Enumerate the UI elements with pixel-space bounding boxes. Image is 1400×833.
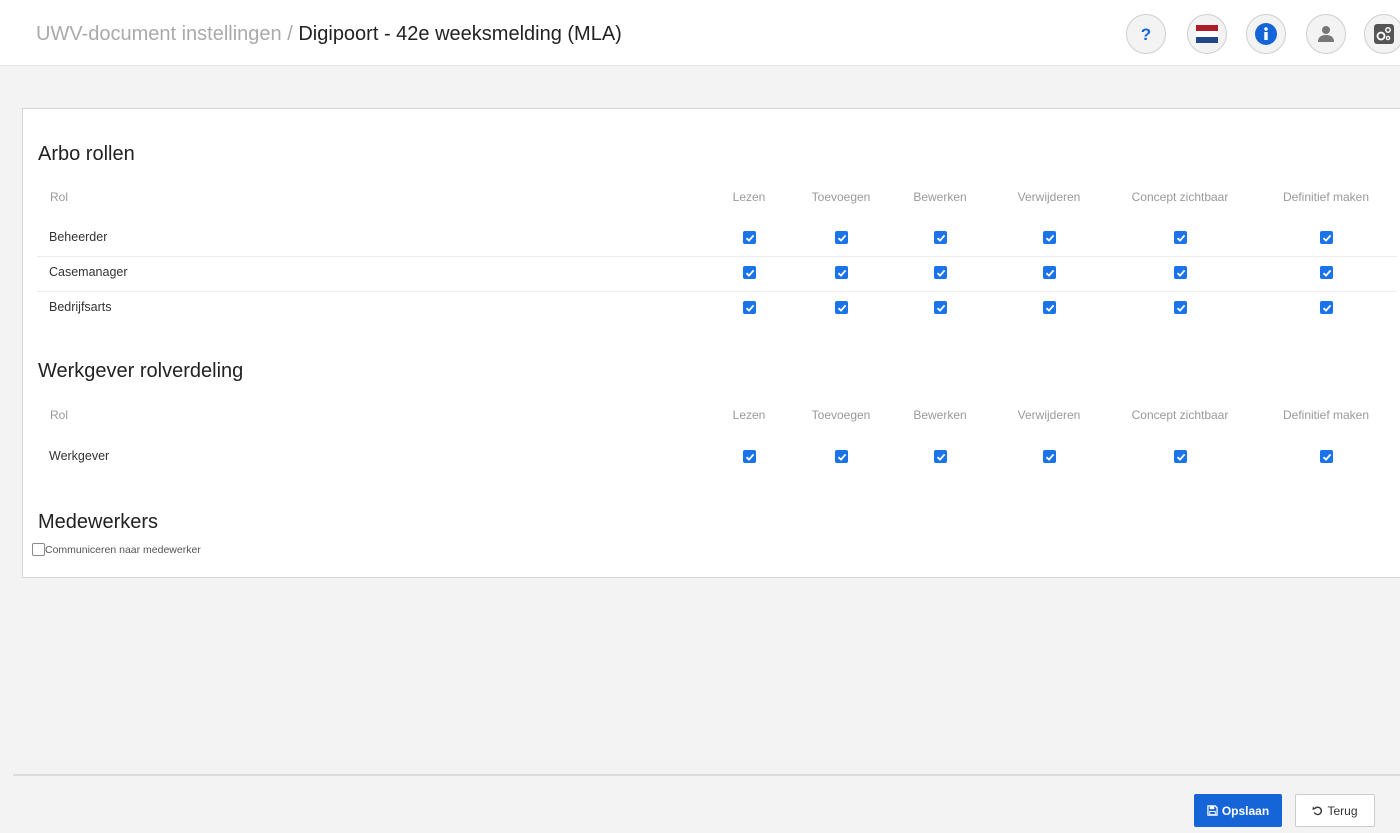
permission-checkbox[interactable] xyxy=(1320,450,1333,463)
rol-column-header: Rol xyxy=(50,408,69,422)
svg-text:?: ? xyxy=(1141,25,1151,44)
medewerkers-section-title: Medewerkers xyxy=(38,511,159,533)
column-header-lezen: Lezen xyxy=(732,190,766,204)
permission-checkbox[interactable] xyxy=(1043,301,1056,314)
permission-checkbox[interactable] xyxy=(743,301,756,314)
help-icon[interactable]: ? xyxy=(1126,14,1166,54)
info-icon[interactable] xyxy=(1246,14,1286,54)
page-title: UWV-document instellingen / Digipoort - … xyxy=(36,23,622,46)
permission-checkbox[interactable] xyxy=(1174,301,1187,314)
werkgever-section-title: Werkgever rolverdeling xyxy=(38,360,244,382)
permission-checkbox[interactable] xyxy=(934,266,947,279)
permission-checkbox[interactable] xyxy=(1320,231,1333,244)
page-title-text: Digipoort - 42e weeksmelding (MLA) xyxy=(298,23,622,45)
column-header-bewerken: Bewerken xyxy=(913,190,967,204)
user-icon[interactable] xyxy=(1306,14,1346,54)
role-label: Werkgever xyxy=(49,449,110,463)
breadcrumb-link[interactable]: UWV-document instellingen xyxy=(36,23,282,45)
permission-checkbox[interactable] xyxy=(1174,266,1187,279)
permission-checkbox[interactable] xyxy=(743,231,756,244)
top-bar: UWV-document instellingen / Digipoort - … xyxy=(0,0,1400,66)
role-label: Beheerder xyxy=(49,230,108,244)
permission-checkbox[interactable] xyxy=(1174,450,1187,463)
undo-icon xyxy=(1312,806,1323,816)
permission-checkbox[interactable] xyxy=(934,450,947,463)
permission-checkbox[interactable] xyxy=(835,450,848,463)
permission-checkbox[interactable] xyxy=(1320,301,1333,314)
permission-checkbox[interactable] xyxy=(1174,231,1187,244)
column-header-lezen: Lezen xyxy=(732,408,766,422)
save-button-label: Opslaan xyxy=(1221,803,1270,818)
row-divider xyxy=(37,256,1397,257)
communiceren-checkbox[interactable] xyxy=(32,543,45,556)
column-header-verwijderen: Verwijderen xyxy=(1017,190,1081,204)
column-header-concept-zichtbaar: Concept zichtbaar xyxy=(1131,408,1229,422)
communiceren-checkbox-label: Communiceren naar medewerker xyxy=(45,544,201,556)
row-divider xyxy=(37,291,1397,292)
column-header-definitief-maken: Definitief maken xyxy=(1282,190,1370,204)
role-label: Bedrijfsarts xyxy=(49,300,112,314)
permission-checkbox[interactable] xyxy=(835,231,848,244)
save-icon xyxy=(1207,805,1218,816)
permission-checkbox[interactable] xyxy=(743,450,756,463)
permission-checkbox[interactable] xyxy=(835,266,848,279)
column-header-toevoegen: Toevoegen xyxy=(811,408,871,422)
back-button-label: Terug xyxy=(1327,803,1358,818)
permission-checkbox[interactable] xyxy=(1043,231,1056,244)
permission-checkbox[interactable] xyxy=(1043,266,1056,279)
column-header-verwijderen: Verwijderen xyxy=(1017,408,1081,422)
permission-checkbox[interactable] xyxy=(1320,266,1333,279)
permission-checkbox[interactable] xyxy=(934,301,947,314)
permission-checkbox[interactable] xyxy=(743,266,756,279)
settings-icon[interactable] xyxy=(1364,14,1400,54)
column-header-toevoegen: Toevoegen xyxy=(811,190,871,204)
permission-checkbox[interactable] xyxy=(1043,450,1056,463)
rol-column-header: Rol xyxy=(50,190,69,204)
permission-checkbox[interactable] xyxy=(934,231,947,244)
save-button[interactable]: Opslaan xyxy=(1194,794,1282,827)
column-header-concept-zichtbaar: Concept zichtbaar xyxy=(1131,190,1229,204)
breadcrumb-separator: / xyxy=(281,23,299,45)
settings-card: Arbo rollen Rol Lezen Toevoegen Bewerken Ve… xyxy=(22,108,1400,578)
column-header-bewerken: Bewerken xyxy=(913,408,967,422)
language-flag-icon[interactable] xyxy=(1187,14,1227,54)
role-label: Casemanager xyxy=(49,265,128,279)
permission-checkbox[interactable] xyxy=(835,301,848,314)
column-header-definitief-maken: Definitief maken xyxy=(1282,408,1370,422)
arbo-section-title: Arbo rollen xyxy=(38,143,135,165)
back-button[interactable]: Terug xyxy=(1295,794,1375,827)
footer-bar xyxy=(13,774,1400,833)
